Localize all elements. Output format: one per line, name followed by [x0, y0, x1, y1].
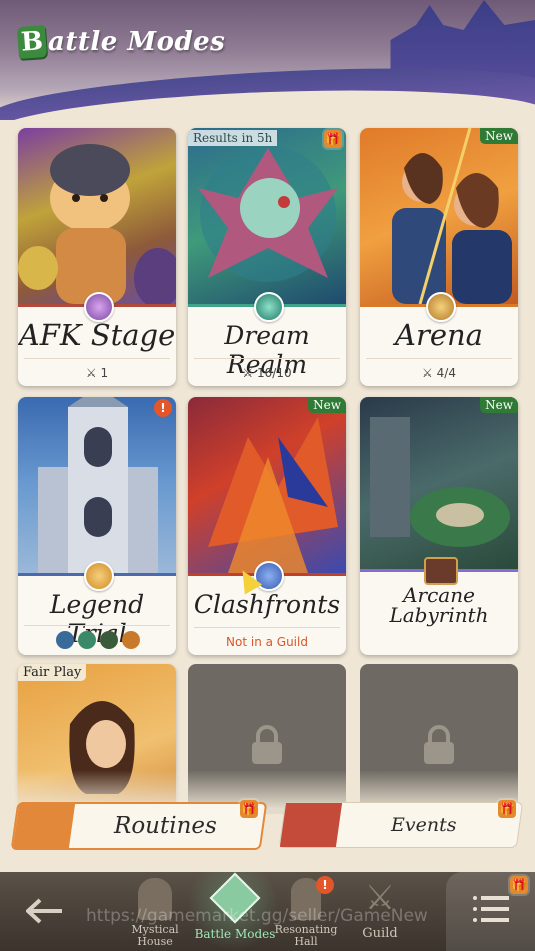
- routines-icon: [12, 804, 76, 848]
- mode-card-clashfronts[interactable]: New Clashfronts Not in a Guild: [188, 397, 346, 655]
- mode-name-line2: Labyrinth: [389, 603, 489, 627]
- routines-label: Routines: [114, 813, 217, 839]
- arcane-labyrinth-emblem: [424, 557, 458, 585]
- events-label: Events: [391, 814, 457, 836]
- gift-icon[interactable]: 🎁: [324, 130, 342, 148]
- fair-play-badge: Fair Play: [18, 664, 87, 681]
- faction-icons: [56, 631, 140, 649]
- watermark: https://gamemarket.gg/seller/GameNew: [86, 906, 428, 926]
- guild-status: Not in a Guild: [226, 635, 308, 649]
- new-badge: New: [480, 128, 518, 144]
- events-gift-icon: 🎁: [498, 800, 516, 818]
- title-text: attle Modes: [48, 27, 226, 57]
- title-initial: B: [16, 25, 48, 59]
- page-title: B attle Modes: [16, 25, 226, 59]
- lock-icon: [424, 725, 454, 764]
- dream-realm-emblem: [254, 292, 284, 322]
- mode-progress: ⚔ 4/4: [422, 366, 456, 380]
- menu-button[interactable]: 🎁: [446, 872, 535, 951]
- swords-icon: ⚔: [242, 366, 254, 380]
- mauler-icon: [122, 631, 140, 649]
- lock-icon: [252, 725, 282, 764]
- legend-trial-emblem: [84, 561, 114, 591]
- mode-card-arcane-labyrinth[interactable]: New Arcane Labyrinth: [360, 397, 518, 655]
- new-badge: New: [308, 397, 346, 413]
- mode-card-afk-stage[interactable]: AFK Stage ⚔ 1: [18, 128, 176, 386]
- swords-icon: ⚔: [422, 366, 433, 380]
- legend-trial-art: [18, 397, 176, 573]
- back-arrow-icon: [26, 898, 62, 924]
- routines-button[interactable]: Routines: [10, 802, 268, 850]
- mode-progress: ⚔ 10/10: [242, 366, 292, 380]
- arena-art: [360, 128, 518, 305]
- mode-card-arena[interactable]: New Arena ⚔ 4/4: [360, 128, 518, 386]
- arcane-labyrinth-art: [360, 397, 518, 569]
- mode-name: AFK Stage: [18, 318, 176, 352]
- mode-name: Arena: [395, 318, 483, 352]
- lightbearer-icon: [56, 631, 74, 649]
- menu-list-icon: [472, 896, 509, 922]
- mode-card-legend-trial[interactable]: ! Legend Trial: [18, 397, 176, 655]
- events-button[interactable]: Events: [278, 802, 524, 848]
- back-button[interactable]: [18, 872, 72, 951]
- graveborn-icon: [100, 631, 118, 649]
- clashfronts-art: [188, 397, 346, 573]
- mode-progress: ⚔ 1: [85, 366, 109, 380]
- alert-icon: !: [154, 399, 172, 417]
- wilder-icon: [78, 631, 96, 649]
- menu-gift-icon: 🎁: [510, 876, 528, 894]
- alert-icon: !: [316, 876, 334, 894]
- routines-gift-icon: 🎁: [240, 800, 258, 818]
- header-banner: [0, 0, 535, 120]
- afk-stage-art: [18, 128, 176, 308]
- new-badge: New: [480, 397, 518, 413]
- results-timer: Results in 5h: [188, 130, 278, 146]
- dream-realm-art: [188, 128, 346, 304]
- mode-card-dream-realm[interactable]: Results in 5h 🎁 Dream Realm ⚔ 10/10: [188, 128, 346, 386]
- events-icon: [279, 803, 343, 847]
- mode-name: Clashfronts: [193, 590, 341, 619]
- swords-icon: ⚔: [85, 366, 97, 380]
